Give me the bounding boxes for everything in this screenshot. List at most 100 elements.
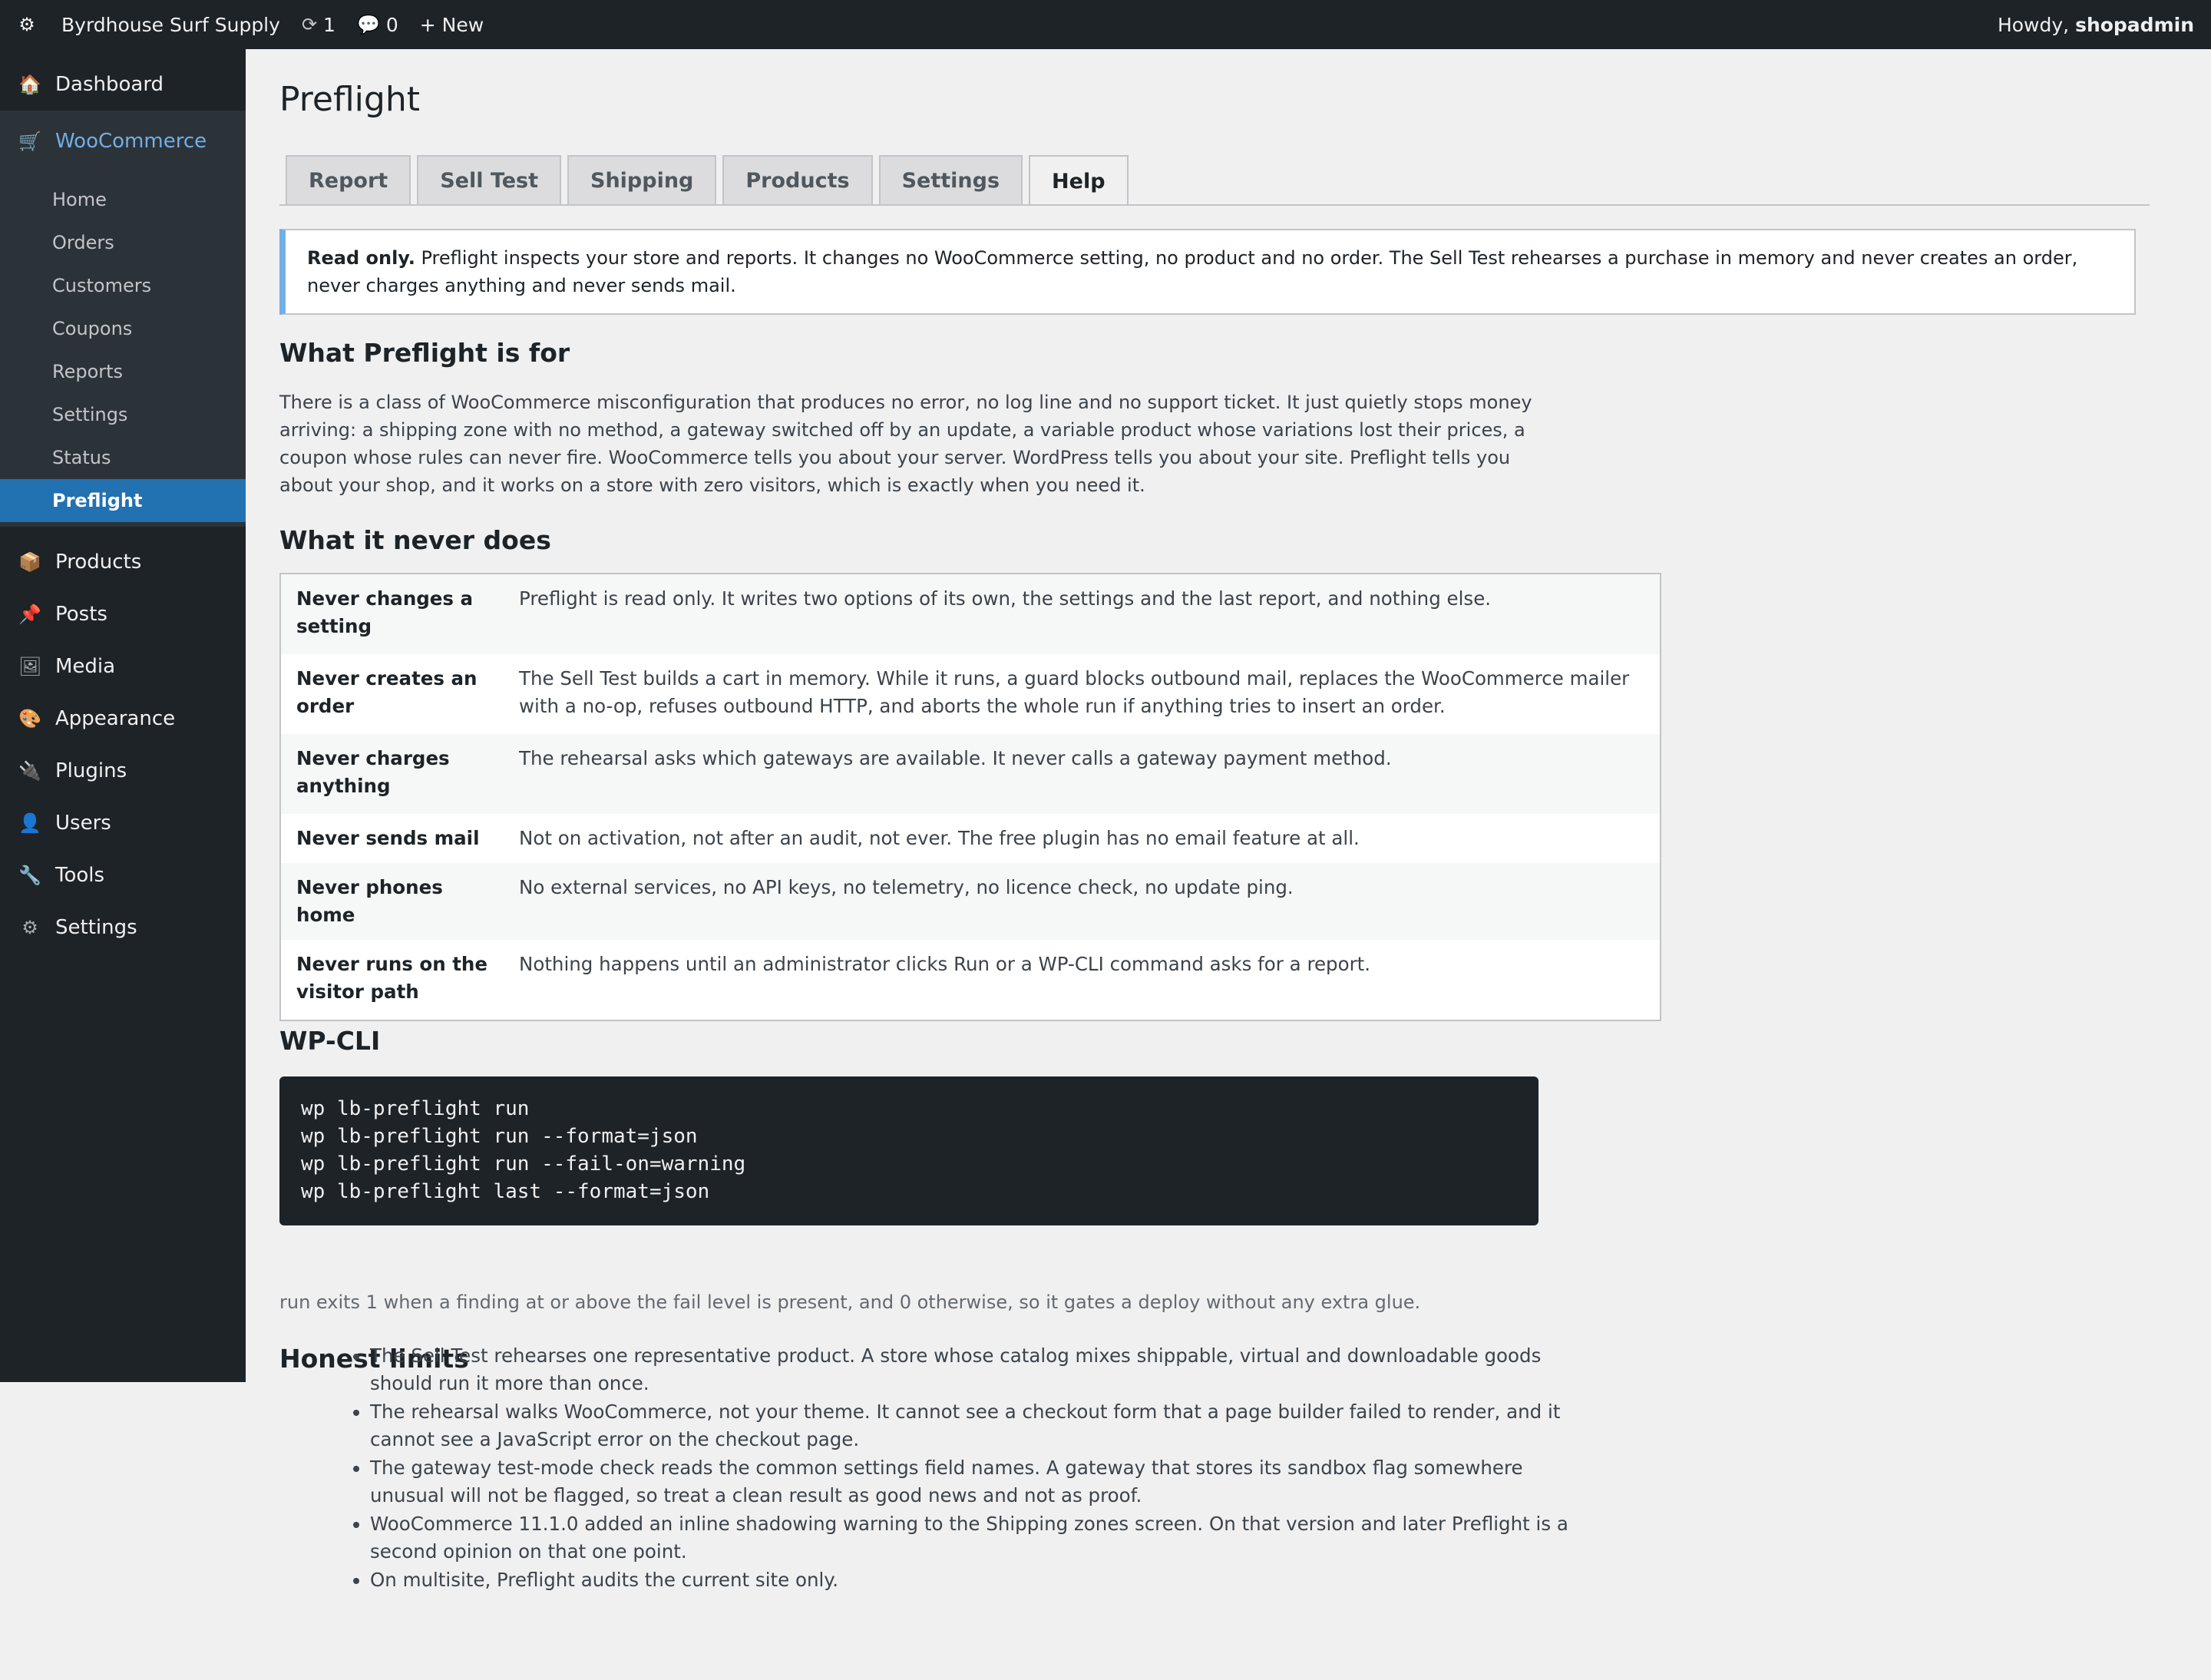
table-row: Never phones home No external services, n… [280,863,1661,940]
menu-label: WooCommerce [55,130,207,153]
never-table: Never changes a setting Preflight is read… [279,573,1661,1021]
submenu-home[interactable]: Home [0,178,246,221]
submenu-reports[interactable]: Reports [0,350,246,393]
tab-help[interactable]: Help [1029,155,1129,206]
menu-posts[interactable]: 📌 Posts [0,588,246,640]
limits-list: The Sell Test rehearses one representati… [326,1342,1598,1595]
menu-label: Posts [55,603,107,626]
list-item: The gateway test-mode check reads the co… [370,1454,1598,1510]
admin-sidebar: 🏠 Dashboard 🛒 WooCommerce Home Orders Cust… [0,49,246,1382]
menu-settings[interactable]: ⚙ Settings [0,901,246,954]
row-key: Never runs on the visitor path [296,953,487,1003]
heading-never: What it never does [279,525,551,555]
menu-woocommerce[interactable]: 🛒 WooCommerce [0,111,246,172]
woocommerce-submenu: Home Orders Customers Coupons Reports Se… [0,172,246,527]
tab-divider [279,204,2150,206]
submenu-status[interactable]: Status [0,436,246,479]
cli-code-block: wp lb-preflight run wp lb-preflight run … [279,1076,1538,1225]
menu-label: Users [55,812,111,835]
list-item: WooCommerce 11.1.0 added an inline shado… [370,1510,1598,1566]
what-for-body: There is a class of WooCommerce misconfi… [279,392,1532,496]
table-row: Never sends mail Not on activation, not a… [280,814,1661,863]
notice-strong: Read only. [307,247,415,269]
row-key: Never creates an order [296,667,478,717]
nav-tabs: Report Sell Test Shipping Products Setti… [286,155,1135,206]
site-name-link[interactable]: Byrdhouse Surf Supply [51,0,291,49]
menu-label: Dashboard [55,73,164,96]
code-line: wp lb-preflight last --format=json [301,1180,710,1203]
comment-bubble-icon: 💬 [356,14,380,35]
updates-link[interactable]: ⟳ 1 [291,0,346,49]
new-content-link[interactable]: + New [409,0,494,49]
row-value: Nothing happens until an administrator c… [519,953,1371,975]
menu-label: Products [55,551,142,574]
my-account-link[interactable]: Howdy, shopadmin [1987,0,2211,49]
updates-icon: ⟳ [301,14,318,35]
menu-dashboard[interactable]: 🏠 Dashboard [0,58,246,111]
heading-what-for: What Preflight is for [279,338,570,368]
row-value: The Sell Test builds a cart in memory. W… [519,667,1630,717]
tab-report[interactable]: Report [286,155,411,204]
sidebar-top-gap [0,49,246,58]
menu-users[interactable]: 👤 Users [0,797,246,849]
list-item: On multisite, Preflight audits the curre… [370,1566,1598,1594]
list-item: The Sell Test rehearses one representati… [370,1342,1598,1397]
row-key: Never sends mail [296,827,480,849]
code-line: wp lb-preflight run --format=json [301,1125,698,1148]
row-value: Preflight is read only. It writes two op… [519,587,1492,610]
cli-note: run exits 1 when a finding at or above t… [279,1291,1421,1313]
table-row: Never charges anything The rehearsal asks… [280,734,1661,814]
plug-icon: 🔌 [18,760,41,782]
code-line: wp lb-preflight run --fail-on=warning [301,1153,746,1176]
palette-icon: 🎨 [18,708,41,729]
pin-icon: 📌 [18,604,41,625]
site-name: Byrdhouse Surf Supply [61,13,280,36]
row-key: Never phones home [296,876,443,926]
wrench-icon: 🔧 [18,865,41,886]
code-line: wp lb-preflight run [301,1097,530,1120]
row-value: The rehearsal asks which gateways are av… [519,747,1392,769]
table-row: Never runs on the visitor path Nothing ha… [280,940,1661,1020]
cart-icon: 🛒 [18,131,41,152]
list-item: The rehearsal walks WooCommerce, not you… [370,1398,1598,1453]
page-title: Preflight [279,80,420,119]
menu-label: Appearance [55,707,176,730]
tab-sell-test[interactable]: Sell Test [417,155,561,204]
tab-products[interactable]: Products [722,155,873,204]
comments-link[interactable]: 💬 0 [346,0,409,49]
submenu-settings[interactable]: Settings [0,393,246,436]
tab-settings[interactable]: Settings [878,155,1023,204]
submenu-coupons[interactable]: Coupons [0,307,246,350]
submenu-preflight[interactable]: Preflight [0,479,246,522]
row-value: Not on activation, not after an audit, n… [519,827,1360,849]
menu-media[interactable]: 🖼 Media [0,640,246,693]
menu-tools[interactable]: 🔧 Tools [0,849,246,901]
comments-count: 0 [385,13,398,36]
admin-bar: ⚙ Byrdhouse Surf Supply ⟳ 1 💬 0 + New Howd… [0,0,2211,49]
media-icon: 🖼 [18,656,42,677]
howdy-prefix: Howdy, [1997,13,2070,36]
menu-label: Plugins [55,759,127,782]
menu-label: Settings [55,916,137,939]
read-only-notice: Read only. Preflight inspects your store… [279,229,2136,315]
menu-label: Media [55,655,116,678]
new-label: + New [419,13,484,36]
row-key: Never changes a setting [296,587,474,637]
submenu-customers[interactable]: Customers [0,264,246,307]
notice-text: Preflight inspects your store and report… [307,247,2078,296]
updates-count: 1 [323,13,335,36]
heading-wp-cli: WP-CLI [279,1026,381,1056]
dashboard-icon: 🏠 [18,74,41,95]
user-icon: 👤 [18,812,41,834]
tab-shipping[interactable]: Shipping [567,155,717,204]
wordpress-logo-icon[interactable]: ⚙ [0,0,51,49]
submenu-orders[interactable]: Orders [0,221,246,264]
box-icon: 📦 [18,551,41,573]
menu-appearance[interactable]: 🎨 Appearance [0,693,246,745]
menu-products[interactable]: 📦 Products [0,536,246,588]
gear-icon: ⚙ [21,917,38,938]
menu-plugins[interactable]: 🔌 Plugins [0,745,246,797]
table-row: Never changes a setting Preflight is read… [280,574,1661,654]
row-value: No external services, no API keys, no te… [519,876,1294,898]
